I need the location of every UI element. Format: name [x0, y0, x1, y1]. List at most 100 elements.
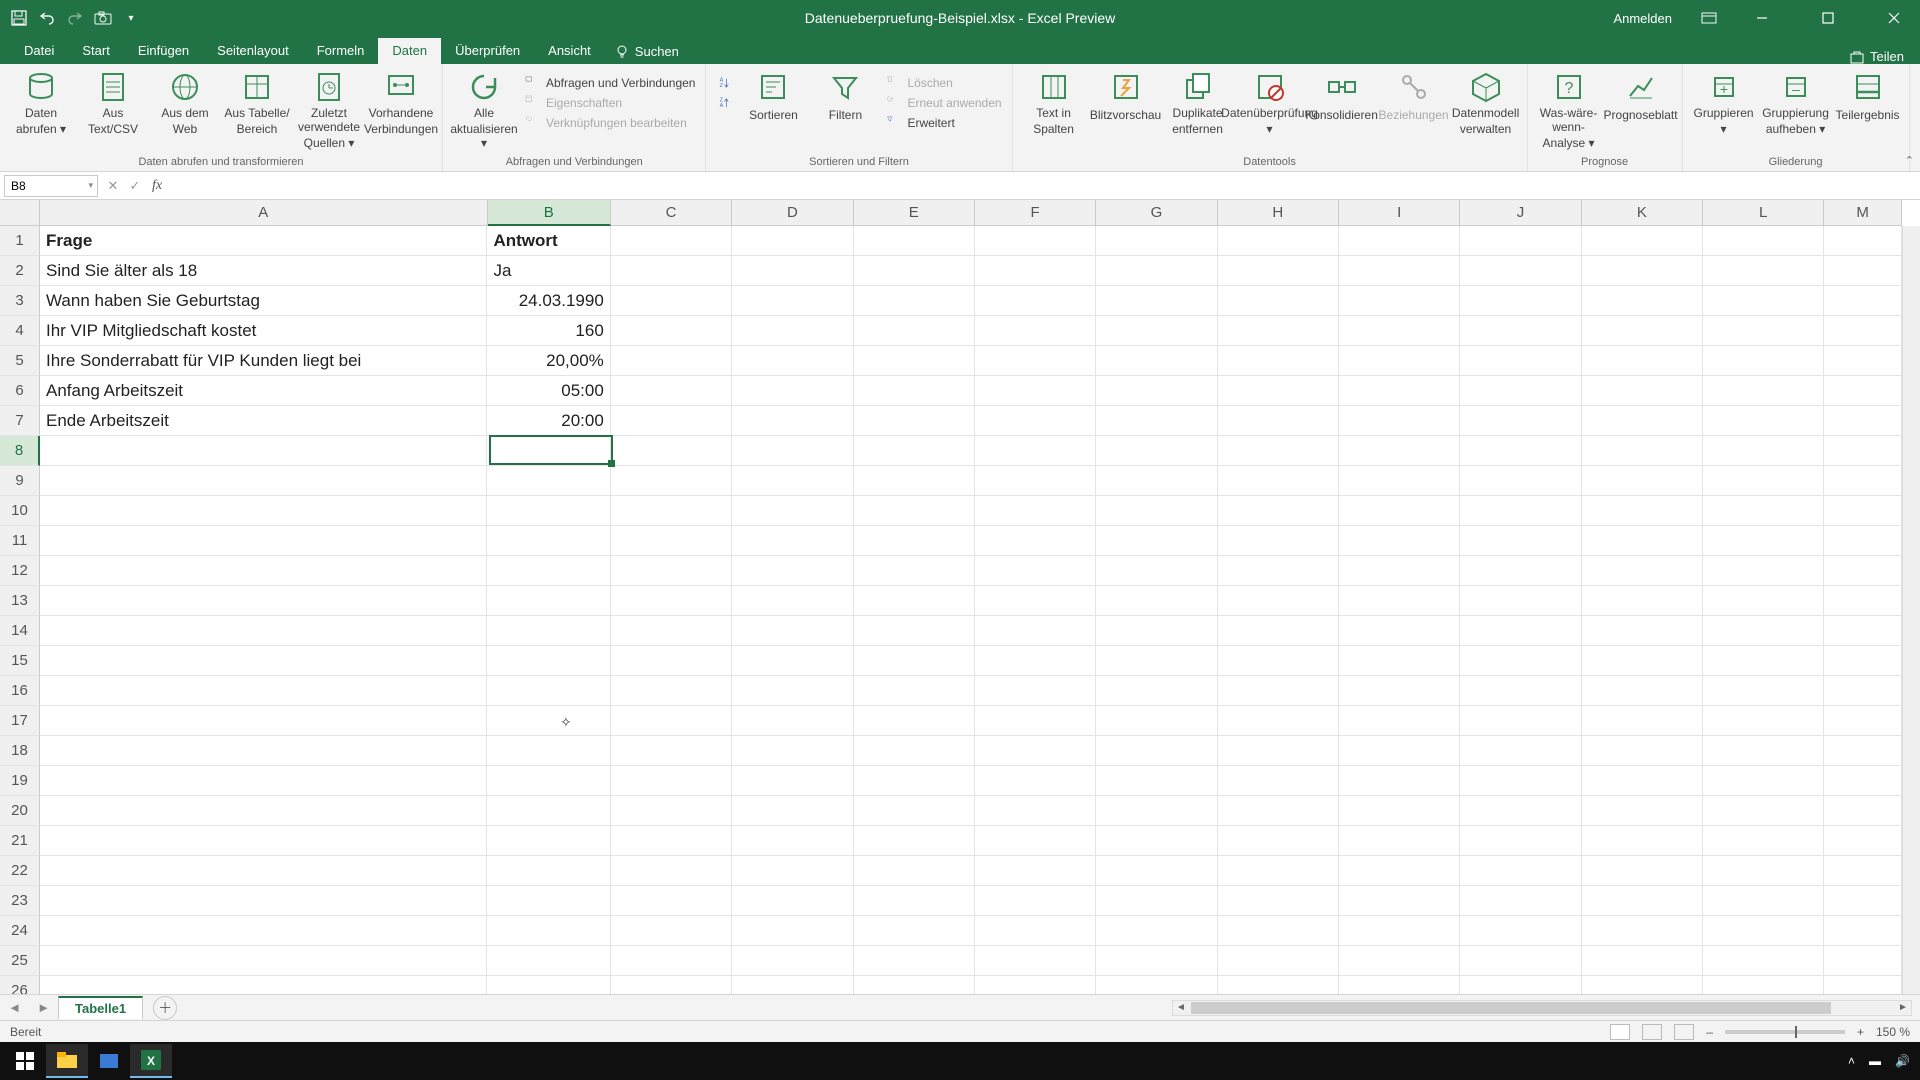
sheet-nav-next-icon[interactable]: ► [37, 1000, 50, 1015]
cell[interactable] [1582, 976, 1703, 994]
az-icon[interactable]: AZ [714, 74, 734, 92]
cell[interactable] [611, 796, 732, 826]
cell[interactable] [1703, 406, 1824, 436]
cell[interactable] [1096, 436, 1217, 466]
cell[interactable] [1218, 436, 1339, 466]
cell[interactable] [1218, 886, 1339, 916]
row-header[interactable]: 18 [0, 736, 40, 766]
cell[interactable] [611, 526, 732, 556]
cell[interactable] [732, 316, 853, 346]
cell[interactable] [1460, 616, 1581, 646]
cell[interactable] [1824, 586, 1902, 616]
close-button[interactable] [1872, 0, 1916, 36]
menu-tab-einfügen[interactable]: Einfügen [124, 38, 203, 64]
cell[interactable] [1824, 466, 1902, 496]
cell[interactable] [487, 646, 610, 676]
cell[interactable] [1703, 616, 1824, 646]
cell[interactable] [1218, 406, 1339, 436]
cell[interactable] [1703, 526, 1824, 556]
cell[interactable] [732, 526, 853, 556]
cell[interactable] [487, 466, 610, 496]
cell[interactable] [487, 826, 610, 856]
row-header[interactable]: 6 [0, 376, 40, 406]
cell[interactable] [1703, 646, 1824, 676]
cell[interactable] [732, 916, 853, 946]
cell[interactable] [40, 946, 487, 976]
cell[interactable] [1582, 376, 1703, 406]
cell[interactable] [1460, 406, 1581, 436]
cell[interactable] [1824, 976, 1902, 994]
cell[interactable] [1218, 796, 1339, 826]
cell[interactable] [1218, 676, 1339, 706]
cell[interactable] [975, 286, 1096, 316]
cell[interactable] [1339, 556, 1460, 586]
menu-tab-start[interactable]: Start [68, 38, 123, 64]
cell[interactable]: Wann haben Sie Geburtstag [40, 286, 487, 316]
cell[interactable] [487, 886, 610, 916]
cell[interactable] [1339, 856, 1460, 886]
cell[interactable] [732, 286, 853, 316]
column-header[interactable]: F [975, 200, 1096, 226]
cell[interactable] [1460, 586, 1581, 616]
cell[interactable]: 24.03.1990 [487, 286, 610, 316]
cell[interactable] [1582, 886, 1703, 916]
cell[interactable] [1096, 796, 1217, 826]
cell[interactable] [1339, 466, 1460, 496]
cell[interactable] [611, 886, 732, 916]
cell[interactable] [1582, 646, 1703, 676]
cell[interactable]: Ihr VIP Mitgliedschaft kostet [40, 316, 487, 346]
cell[interactable] [854, 886, 975, 916]
consol-button[interactable]: Konsolidieren [1309, 68, 1375, 122]
cell[interactable] [1582, 406, 1703, 436]
share-button[interactable]: Teilen [1870, 49, 1904, 64]
column-header[interactable]: G [1096, 200, 1217, 226]
cell[interactable] [1824, 496, 1902, 526]
cell[interactable] [1703, 886, 1824, 916]
cell[interactable] [854, 856, 975, 886]
menu-tab-datei[interactable]: Datei [10, 38, 68, 64]
cell[interactable] [975, 556, 1096, 586]
cell[interactable] [1460, 316, 1581, 346]
cell[interactable] [732, 556, 853, 586]
row-header[interactable]: 4 [0, 316, 40, 346]
cell[interactable] [1339, 406, 1460, 436]
cell[interactable] [732, 586, 853, 616]
row-header[interactable]: 16 [0, 676, 40, 706]
cell[interactable] [1582, 286, 1703, 316]
cell[interactable] [611, 706, 732, 736]
cell[interactable] [1824, 616, 1902, 646]
cell[interactable] [611, 976, 732, 994]
cell[interactable] [854, 976, 975, 994]
cell[interactable] [40, 736, 487, 766]
cell[interactable] [1096, 916, 1217, 946]
view-normal-icon[interactable] [1610, 1024, 1630, 1040]
cell[interactable] [1703, 916, 1824, 946]
cell[interactable] [1339, 316, 1460, 346]
cell[interactable]: Sind Sie älter als 18 [40, 256, 487, 286]
cell[interactable] [487, 916, 610, 946]
cell[interactable] [611, 916, 732, 946]
dup-button[interactable]: Duplikateentfernen [1165, 68, 1231, 136]
cell[interactable] [975, 466, 1096, 496]
cell[interactable] [1096, 946, 1217, 976]
cell[interactable] [1339, 376, 1460, 406]
cell[interactable]: 20:00 [487, 406, 610, 436]
cell[interactable] [487, 556, 610, 586]
name-box[interactable]: B8 [4, 175, 98, 197]
column-header[interactable]: B [488, 200, 611, 226]
cell[interactable] [1460, 346, 1581, 376]
cell[interactable] [854, 916, 975, 946]
cell[interactable] [1582, 256, 1703, 286]
row-header[interactable]: 7 [0, 406, 40, 436]
cell[interactable] [1218, 286, 1339, 316]
forecast-button[interactable]: Prognoseblatt [1608, 68, 1674, 122]
cell[interactable] [611, 436, 732, 466]
cell[interactable] [40, 436, 487, 466]
cell[interactable] [1339, 796, 1460, 826]
select-all-corner[interactable] [0, 200, 40, 226]
cell[interactable] [1460, 556, 1581, 586]
view-pagebreak-icon[interactable] [1674, 1024, 1694, 1040]
camera-icon[interactable] [94, 9, 112, 27]
cell[interactable] [611, 856, 732, 886]
cell[interactable] [854, 316, 975, 346]
